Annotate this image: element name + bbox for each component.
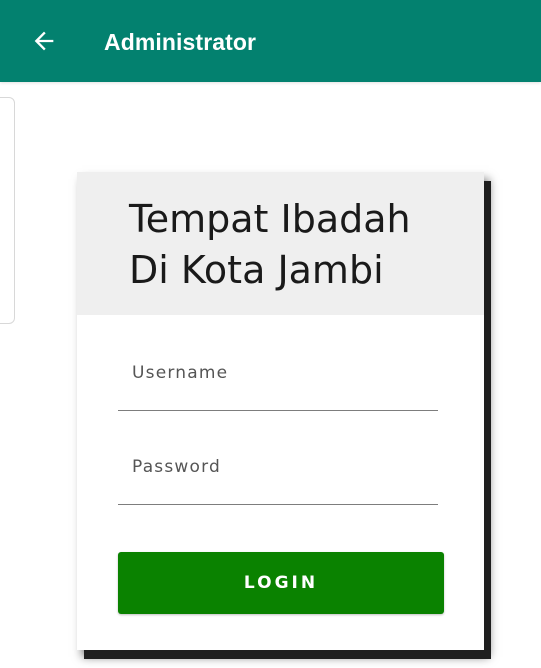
- username-field[interactable]: [118, 358, 438, 411]
- username-input[interactable]: [130, 362, 434, 384]
- arrow-left-icon[interactable]: [30, 27, 58, 55]
- card-title-line-2: Di Kota Jambi: [129, 248, 384, 292]
- app-bar-title: Administrator: [104, 29, 257, 55]
- card-header: Tempat Ibadah Di Kota Jambi: [77, 172, 484, 315]
- card-title: Tempat Ibadah Di Kota Jambi: [129, 194, 469, 296]
- login-card: Tempat Ibadah Di Kota Jambi LOGIN: [77, 172, 484, 650]
- password-input[interactable]: [130, 456, 434, 478]
- background-card: [0, 97, 15, 324]
- login-button[interactable]: LOGIN: [118, 552, 444, 614]
- card-title-line-1: Tempat Ibadah: [129, 197, 411, 241]
- app-bar: Administrator: [0, 0, 541, 82]
- password-field[interactable]: [118, 452, 438, 505]
